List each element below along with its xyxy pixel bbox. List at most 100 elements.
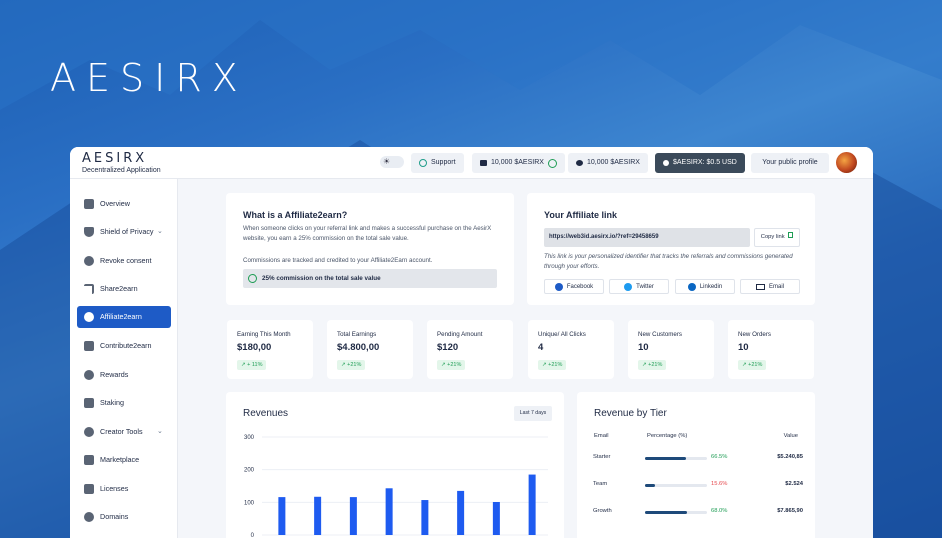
stat-change: +21% (447, 362, 462, 368)
revenue-bar[interactable] (421, 500, 429, 535)
tier-row: Starter 66.5% $5.240,85 (593, 454, 803, 466)
network-icon (84, 312, 94, 322)
support-button[interactable]: Support (411, 153, 464, 173)
sidebar-item-domains[interactable]: Domains (77, 506, 171, 528)
creator-icon (84, 427, 94, 437)
price-button[interactable]: $AESIRX: $0.5 USD (655, 153, 745, 173)
public-profile-button[interactable]: Your public profile (751, 153, 829, 173)
reward-icon (84, 370, 94, 380)
sidebar-item-affiliate2earn[interactable]: Affiliate2earn (77, 306, 171, 328)
sun-icon: ☀ (383, 157, 391, 166)
stat-card-earning-month: Earning This Month $180,00 ↗ + 11% (227, 320, 313, 379)
sidebar-item-revoke-consent[interactable]: Revoke consent (77, 250, 171, 272)
revenue-bar[interactable] (278, 497, 286, 535)
avatar[interactable] (836, 152, 857, 173)
affiliate-link-card: Your Affiliate link https://web3id.aesir… (527, 193, 815, 305)
stat-change-badge: ↗ + 11% (237, 360, 267, 370)
sidebar-item-label: Shield of Privacy (100, 227, 154, 236)
stat-label: Unique/ All Clicks (538, 331, 586, 338)
linkedin-label: Linkedin (699, 283, 723, 290)
stat-label: New Orders (738, 331, 772, 338)
puzzle-icon (84, 341, 94, 351)
public-profile-label: Your public profile (762, 159, 818, 166)
sidebar-item-label: Creator Tools (100, 427, 143, 436)
sidebar: Overview Shield of Privacy ⌄ Revoke conse… (70, 179, 178, 538)
tier-header-percentage: Percentage (%) (647, 433, 688, 439)
sidebar-item-contribute2earn[interactable]: Contribute2earn (77, 335, 171, 357)
tier-value: $2.524 (785, 481, 803, 487)
sidebar-item-label: Affiliate2earn (100, 312, 142, 321)
sidebar-item-label: Revoke consent (100, 256, 152, 265)
email-label: Email (768, 283, 784, 290)
top-bar: AESIRX Decentralized Application ☀ Suppo… (70, 147, 873, 179)
add-icon (547, 158, 557, 168)
token-icon (663, 160, 669, 166)
stat-change: +21% (548, 362, 563, 368)
affiliate-link-title: Your Affiliate link (544, 210, 618, 220)
intro-description: When someone clicks on your referral lin… (243, 225, 492, 242)
tier-row: Growth 68.0% $7.865,90 (593, 508, 803, 520)
stat-card-new-orders: New Orders 10 ↗ +21% (728, 320, 814, 379)
stat-card-new-customers: New Customers 10 ↗ +21% (628, 320, 714, 379)
revenue-bar[interactable] (528, 474, 536, 535)
stat-card-pending-amount: Pending Amount $120 ↗ +21% (427, 320, 513, 379)
sidebar-item-marketplace[interactable]: Marketplace (77, 449, 171, 471)
tier-value: $5.240,85 (777, 454, 803, 460)
intro-note: Commissions are tracked and credited to … (243, 257, 433, 264)
layers-icon (84, 398, 94, 408)
sidebar-item-shield-of-privacy[interactable]: Shield of Privacy ⌄ (77, 221, 171, 243)
hero-logo: AESIRX (50, 56, 248, 100)
stat-value: 10 (638, 342, 649, 353)
stat-change: +21% (648, 362, 663, 368)
sidebar-item-licenses[interactable]: Licenses (77, 478, 171, 500)
brand-logo: AESIRX (82, 151, 148, 166)
revenue-bar[interactable] (457, 490, 465, 535)
stack-balance-label: 10,000 $AESIRX (587, 159, 640, 166)
twitter-share-button[interactable]: Twitter (609, 279, 669, 294)
revenue-bar[interactable] (314, 496, 322, 535)
linkedin-share-button[interactable]: Linkedin (675, 279, 735, 294)
globe-icon (84, 512, 94, 522)
stat-label: Total Earnings (337, 331, 377, 338)
wallet-balance-button[interactable]: 10,000 $AESIRX (472, 153, 565, 173)
twitter-label: Twitter (636, 283, 654, 290)
email-icon (755, 283, 765, 290)
chat-icon (419, 159, 427, 167)
sidebar-item-staking[interactable]: Staking (77, 392, 171, 414)
stack-balance-button[interactable]: 10,000 $AESIRX (568, 153, 648, 173)
revenues-chart: 300 200 100 0 (244, 435, 548, 538)
stat-label: New Customers (638, 331, 683, 338)
affiliate-link-field[interactable]: https://web3id.aesirx.io/?ref=29458659 (544, 228, 750, 247)
sidebar-item-label: Rewards (100, 370, 129, 379)
check-circle-icon (248, 274, 257, 283)
y-tick-label: 0 (251, 533, 255, 538)
sidebar-item-share2earn[interactable]: Share2earn (77, 278, 171, 300)
nft-icon (84, 455, 94, 465)
revenues-card: Revenues Last 7 days 300 200 100 0 (226, 392, 564, 538)
revenue-bar[interactable] (349, 497, 357, 535)
revenue-bar[interactable] (492, 502, 500, 535)
facebook-share-button[interactable]: Facebook (544, 279, 604, 294)
intro-title: What is a Affiliate2earn? (243, 210, 348, 220)
check-circle-icon (84, 256, 94, 266)
sidebar-item-rewards[interactable]: Rewards (77, 364, 171, 386)
theme-toggle[interactable]: ☀ (380, 156, 404, 168)
copy-link-label: Copy link (760, 234, 785, 240)
brand-subtitle: Decentralized Application (82, 167, 161, 174)
sidebar-item-overview[interactable]: Overview (77, 193, 171, 215)
sidebar-item-creator-tools[interactable]: Creator Tools ⌄ (77, 421, 171, 443)
sidebar-item-label: Domains (100, 512, 129, 521)
stat-label: Pending Amount (437, 331, 483, 338)
copy-link-button[interactable]: Copy link (754, 228, 800, 247)
sidebar-item-label: Licenses (100, 484, 129, 493)
revenue-bar[interactable] (385, 488, 393, 535)
tier-progress-bar (645, 484, 707, 487)
stat-label: Earning This Month (237, 331, 291, 338)
tier-progress-bar (645, 511, 707, 514)
stat-change: + 11% (247, 362, 263, 368)
grid-icon (84, 199, 94, 209)
stat-value: $120 (437, 342, 459, 353)
facebook-icon (554, 282, 563, 291)
wallet-icon (480, 160, 487, 166)
email-share-button[interactable]: Email (740, 279, 800, 294)
